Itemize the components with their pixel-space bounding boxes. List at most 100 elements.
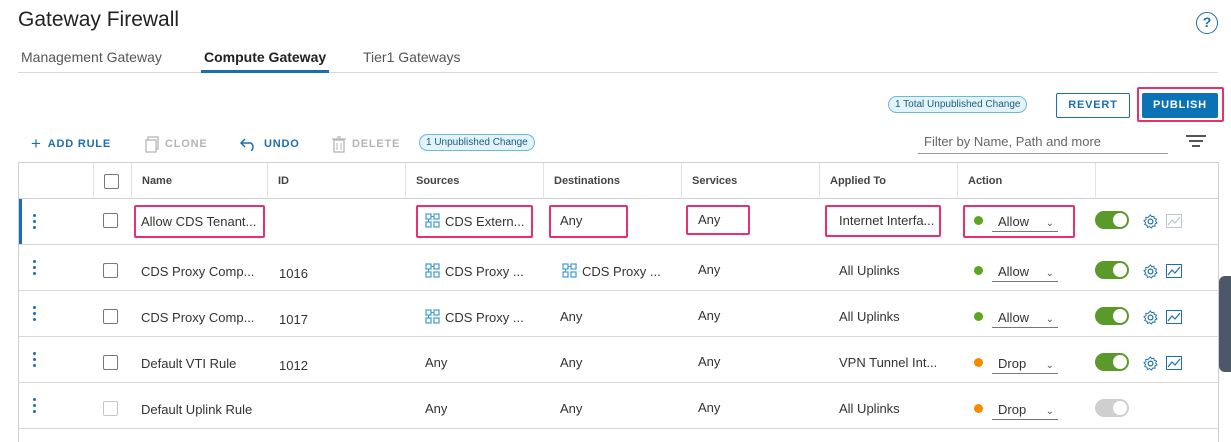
table-row[interactable]: Default Uplink Rule Any Any Any All Uplinks D… xyxy=(19,383,1218,429)
firewall-rules-grid: Name ID Sources Destinations Services Ap… xyxy=(18,162,1219,442)
rule-services[interactable]: Any xyxy=(698,400,798,415)
delete-label: DELETE xyxy=(352,138,401,150)
sources-text: CDS Proxy ... xyxy=(445,264,524,279)
group-icon xyxy=(425,309,440,324)
rule-name[interactable]: CDS Proxy Comp... xyxy=(141,264,265,279)
row-checkbox[interactable] xyxy=(103,355,118,370)
gear-icon[interactable] xyxy=(1143,356,1158,371)
chevron-down-icon: ⌄ xyxy=(1045,360,1054,371)
col-header-id[interactable]: ID xyxy=(267,163,405,199)
rule-applied-to[interactable]: VPN Tunnel Int... xyxy=(839,355,949,370)
action-status-dot xyxy=(974,404,983,413)
rule-enabled-toggle[interactable] xyxy=(1095,399,1129,417)
gear-icon[interactable] xyxy=(1143,214,1158,229)
select-all-checkbox[interactable] xyxy=(104,174,119,189)
sources-text: Any xyxy=(425,401,448,416)
destinations-text: Any xyxy=(560,309,583,324)
tab-management-gateway[interactable]: Management Gateway xyxy=(21,49,162,73)
rule-destinations[interactable]: CDS Proxy ... xyxy=(562,261,677,279)
col-header-name[interactable]: Name xyxy=(131,163,267,199)
row-checkbox[interactable] xyxy=(103,401,118,416)
rule-destinations[interactable]: Any xyxy=(560,399,675,416)
table-row[interactable]: CDS Proxy Comp... 1016 CDS Proxy ... CDS Pr… xyxy=(19,245,1218,291)
select-all-cell xyxy=(93,163,131,199)
revert-button[interactable]: REVERT xyxy=(1056,93,1130,118)
chart-icon[interactable] xyxy=(1166,356,1182,370)
chart-icon[interactable] xyxy=(1166,310,1182,324)
row-checkbox[interactable] xyxy=(103,263,118,278)
destinations-text: CDS Proxy ... xyxy=(582,264,661,279)
col-header-destinations[interactable]: Destinations xyxy=(543,163,681,199)
col-header-services[interactable]: Services xyxy=(681,163,819,199)
chart-icon[interactable] xyxy=(1166,264,1182,278)
filter-input[interactable] xyxy=(918,130,1168,154)
sources-text: CDS Proxy ... xyxy=(445,310,524,325)
rule-services[interactable]: Any xyxy=(698,354,798,369)
rule-enabled-toggle[interactable] xyxy=(1095,307,1129,325)
clone-button[interactable]: CLONE xyxy=(145,135,208,153)
applied-to-highlight xyxy=(825,205,941,237)
row-checkbox[interactable] xyxy=(103,213,118,228)
unpublished-change-badge: 1 Unpublished Change xyxy=(419,134,535,151)
action-select[interactable]: Drop ⌄ xyxy=(992,400,1058,420)
group-icon xyxy=(562,263,577,278)
filter-lines-icon[interactable] xyxy=(1186,135,1206,149)
rule-enabled-toggle[interactable] xyxy=(1095,353,1129,371)
add-rule-label: ADD RULE xyxy=(47,138,111,150)
row-menu-icon[interactable] xyxy=(33,306,36,324)
rule-services[interactable]: Any xyxy=(698,262,798,277)
rule-applied-to[interactable]: All Uplinks xyxy=(839,263,949,278)
rule-id: 1012 xyxy=(279,358,308,373)
action-status-dot xyxy=(974,312,983,321)
col-header-controls xyxy=(1095,163,1219,199)
rule-name[interactable]: Default Uplink Rule xyxy=(141,402,265,417)
col-header-action[interactable]: Action xyxy=(957,163,1095,199)
action-value: Allow xyxy=(998,264,1030,279)
grid-header: Name ID Sources Destinations Services Ap… xyxy=(19,163,1218,199)
rule-applied-to[interactable]: All Uplinks xyxy=(839,401,949,416)
col-header-applied-to[interactable]: Applied To xyxy=(819,163,957,199)
rule-services[interactable]: Any xyxy=(698,308,798,323)
rule-destinations[interactable]: Any xyxy=(560,353,675,370)
table-row[interactable]: Default VTI Rule 1012 Any Any Any VPN Tunnel … xyxy=(19,337,1218,383)
rule-sources[interactable]: Any xyxy=(425,399,540,416)
action-select[interactable]: Allow ⌄ xyxy=(992,308,1058,328)
rule-sources[interactable]: CDS Proxy ... xyxy=(425,261,540,279)
rule-enabled-toggle[interactable] xyxy=(1095,211,1129,229)
rule-enabled-toggle[interactable] xyxy=(1095,261,1129,279)
services-highlight xyxy=(686,205,750,235)
action-select[interactable]: Allow ⌄ xyxy=(992,262,1058,282)
group-icon xyxy=(425,263,440,278)
support-side-tab[interactable] xyxy=(1219,276,1231,372)
row-checkbox[interactable] xyxy=(103,309,118,324)
rule-name[interactable]: Default VTI Rule xyxy=(141,356,265,371)
row-menu-icon[interactable] xyxy=(33,398,36,416)
action-select[interactable]: Drop ⌄ xyxy=(992,354,1058,374)
plus-icon: + xyxy=(31,134,42,153)
undo-button[interactable]: UNDO xyxy=(240,136,300,152)
gear-icon[interactable] xyxy=(1143,264,1158,279)
gear-icon[interactable] xyxy=(1143,310,1158,325)
row-menu-icon[interactable] xyxy=(33,260,36,278)
row-menu-icon[interactable] xyxy=(33,214,36,232)
name-highlight xyxy=(134,205,265,238)
row-menu-icon[interactable] xyxy=(33,352,36,370)
chevron-down-icon: ⌄ xyxy=(1045,268,1054,279)
tab-tier1-gateways[interactable]: Tier1 Gateways xyxy=(363,49,461,73)
clone-label: CLONE xyxy=(165,138,208,150)
rule-sources[interactable]: CDS Proxy ... xyxy=(425,307,540,325)
undo-arrow-icon xyxy=(240,138,254,151)
action-status-dot xyxy=(974,266,983,275)
table-row[interactable]: CDS Proxy Comp... 1017 CDS Proxy ... Any Any… xyxy=(19,291,1218,337)
help-icon[interactable]: ? xyxy=(1196,12,1218,34)
rule-name[interactable]: CDS Proxy Comp... xyxy=(141,310,265,325)
rule-applied-to[interactable]: All Uplinks xyxy=(839,309,949,324)
tab-compute-gateway[interactable]: Compute Gateway xyxy=(201,49,330,73)
chart-icon[interactable] xyxy=(1166,214,1182,228)
rule-destinations[interactable]: Any xyxy=(560,307,675,324)
sources-text: Any xyxy=(425,355,448,370)
add-rule-button[interactable]: + ADD RULE xyxy=(31,134,111,153)
delete-button[interactable]: DELETE xyxy=(332,135,401,153)
col-header-sources[interactable]: Sources xyxy=(405,163,543,199)
rule-sources[interactable]: Any xyxy=(425,353,540,370)
